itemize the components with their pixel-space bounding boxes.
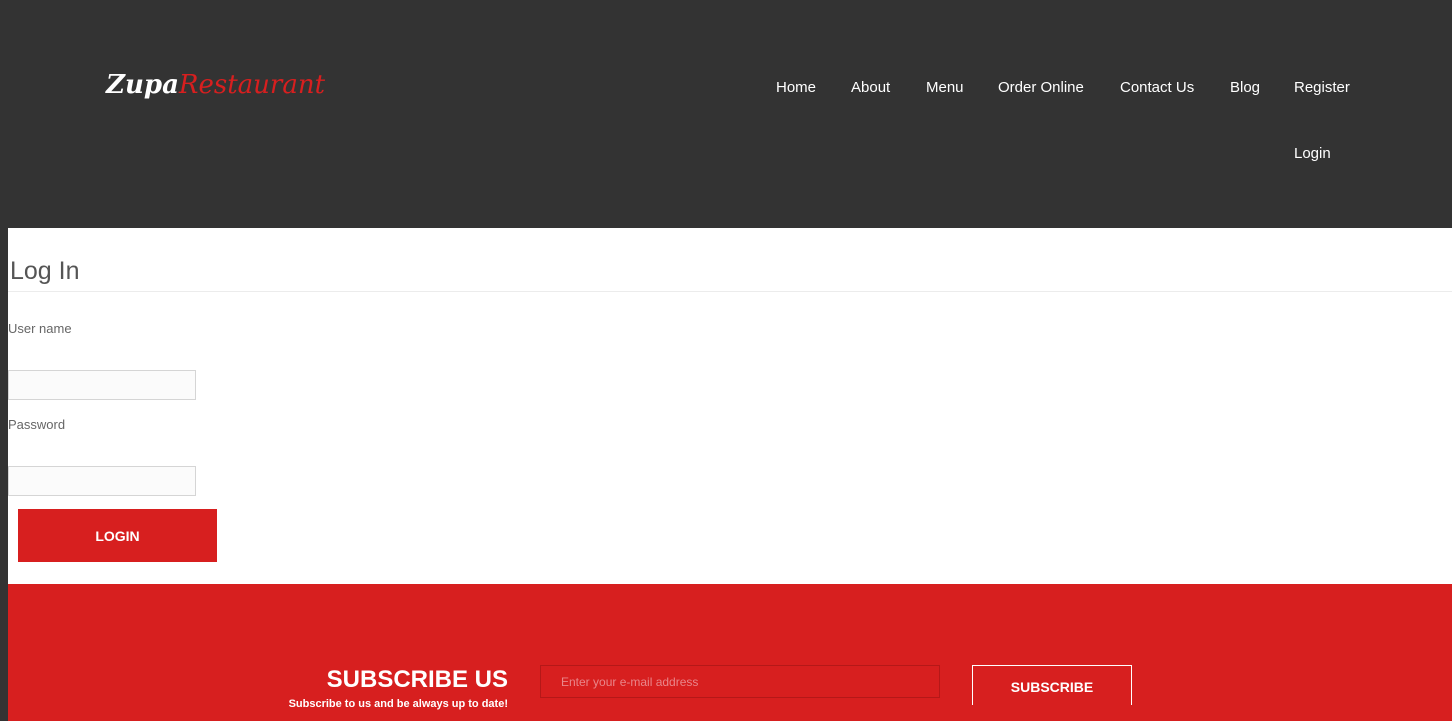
subscribe-button[interactable]: SUBSCRIBE xyxy=(972,665,1132,705)
site-logo[interactable]: ZupaRestaurant xyxy=(106,70,325,100)
nav-contact-us[interactable]: Contact Us xyxy=(1120,79,1194,96)
nav-blog[interactable]: Blog xyxy=(1230,79,1260,96)
page-frame: ZupaRestaurant Home About Menu Order Onl… xyxy=(8,0,1452,721)
password-input[interactable] xyxy=(8,466,196,496)
nav-order-online[interactable]: Order Online xyxy=(998,79,1084,96)
title-divider xyxy=(8,291,1452,292)
subscribe-title: SUBSCRIBE US xyxy=(326,666,508,693)
nav-about[interactable]: About xyxy=(851,79,890,96)
nav-register[interactable]: Register xyxy=(1294,79,1350,96)
subscribe-subtitle: Subscribe to us and be always up to date… xyxy=(288,698,508,710)
logo-text-restaurant: Restaurant xyxy=(178,70,326,100)
password-label: Password xyxy=(8,417,66,432)
login-button[interactable]: LOGIN xyxy=(18,509,217,562)
username-label: User name xyxy=(8,321,72,336)
subscribe-email-input[interactable] xyxy=(540,665,940,698)
site-header: ZupaRestaurant Home About Menu Order Onl… xyxy=(8,0,1452,228)
username-input[interactable] xyxy=(8,370,196,400)
nav-login[interactable]: Login xyxy=(1294,145,1331,162)
subscribe-section: SUBSCRIBE US Subscribe to us and be alwa… xyxy=(8,584,1452,721)
nav-menu[interactable]: Menu xyxy=(926,79,964,96)
logo-text-zupa: Zupa xyxy=(106,70,179,100)
main-content: Log In User name Password LOGIN xyxy=(8,228,1452,584)
page-title: Log In xyxy=(10,256,80,285)
nav-home[interactable]: Home xyxy=(776,79,816,96)
